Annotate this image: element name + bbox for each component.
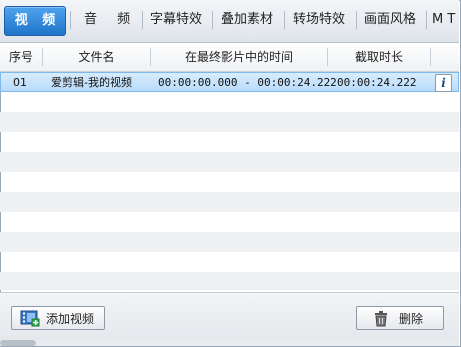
tab-mtv[interactable]: M T [432, 6, 461, 34]
empty-row [0, 172, 459, 192]
tab-divider [212, 11, 213, 29]
delete-button[interactable]: 删除 [356, 306, 444, 330]
add-video-label: 添加视频 [46, 312, 95, 326]
tab-subtitle-effects[interactable]: 字幕特效 [146, 6, 206, 34]
empty-row [0, 92, 459, 112]
tab-divider [70, 11, 71, 29]
delete-label: 删除 [399, 312, 424, 326]
info-icon[interactable]: i [435, 74, 452, 92]
film-add-icon [20, 310, 40, 335]
row-time-range: 00:00:00.000 - 00:00:24.222 [158, 76, 337, 89]
tab-divider [284, 11, 285, 29]
scrollbar-thumb[interactable] [0, 340, 36, 346]
tab-video[interactable]: 视 频 [4, 6, 66, 36]
trash-icon [373, 310, 389, 335]
tab-divider [142, 11, 143, 29]
tab-picture-style[interactable]: 画面风格 [360, 6, 420, 34]
bottom-toolbar: 添加视频 删除 [0, 292, 459, 346]
tab-divider [426, 11, 427, 29]
table-row[interactable]: 01 爱剪辑-我的视频 00:00:00.000 - 00:00:24.222 … [0, 72, 459, 92]
table-header: 序号 文件名 在最终影片中的时间 截取时长 [0, 43, 459, 72]
row-filename: 爱剪辑-我的视频 [51, 76, 132, 89]
column-header-time-in-final[interactable]: 在最终影片中的时间 [151, 43, 327, 71]
empty-row [0, 152, 459, 172]
tab-overlay-materials[interactable]: 叠加素材 [216, 6, 278, 34]
empty-row [0, 252, 459, 272]
empty-row [0, 272, 459, 290]
empty-row [0, 132, 459, 152]
tab-divider [356, 11, 357, 29]
empty-row [0, 112, 459, 132]
clip-table-body: 01 爱剪辑-我的视频 00:00:00.000 - 00:00:24.222 … [0, 72, 459, 290]
empty-row [0, 232, 459, 252]
column-divider [430, 48, 431, 66]
column-header-index[interactable]: 序号 [0, 43, 42, 71]
empty-row [0, 192, 459, 212]
tab-audio[interactable]: 音 频 [76, 6, 138, 34]
row-index: 01 [13, 76, 27, 89]
add-video-button[interactable]: 添加视频 [11, 306, 105, 330]
tab-transition-effects[interactable]: 转场特效 [288, 6, 350, 34]
horizontal-scrollbar[interactable] [0, 340, 459, 346]
category-tab-bar: 视 频 音 频 字幕特效 叠加素材 转场特效 画面风格 M T [0, 0, 459, 43]
row-clip-length: 00:00:24.222 [337, 76, 417, 89]
column-header-filename[interactable]: 文件名 [43, 43, 150, 71]
empty-row [0, 212, 459, 232]
column-header-clip-length[interactable]: 截取时长 [328, 43, 430, 71]
